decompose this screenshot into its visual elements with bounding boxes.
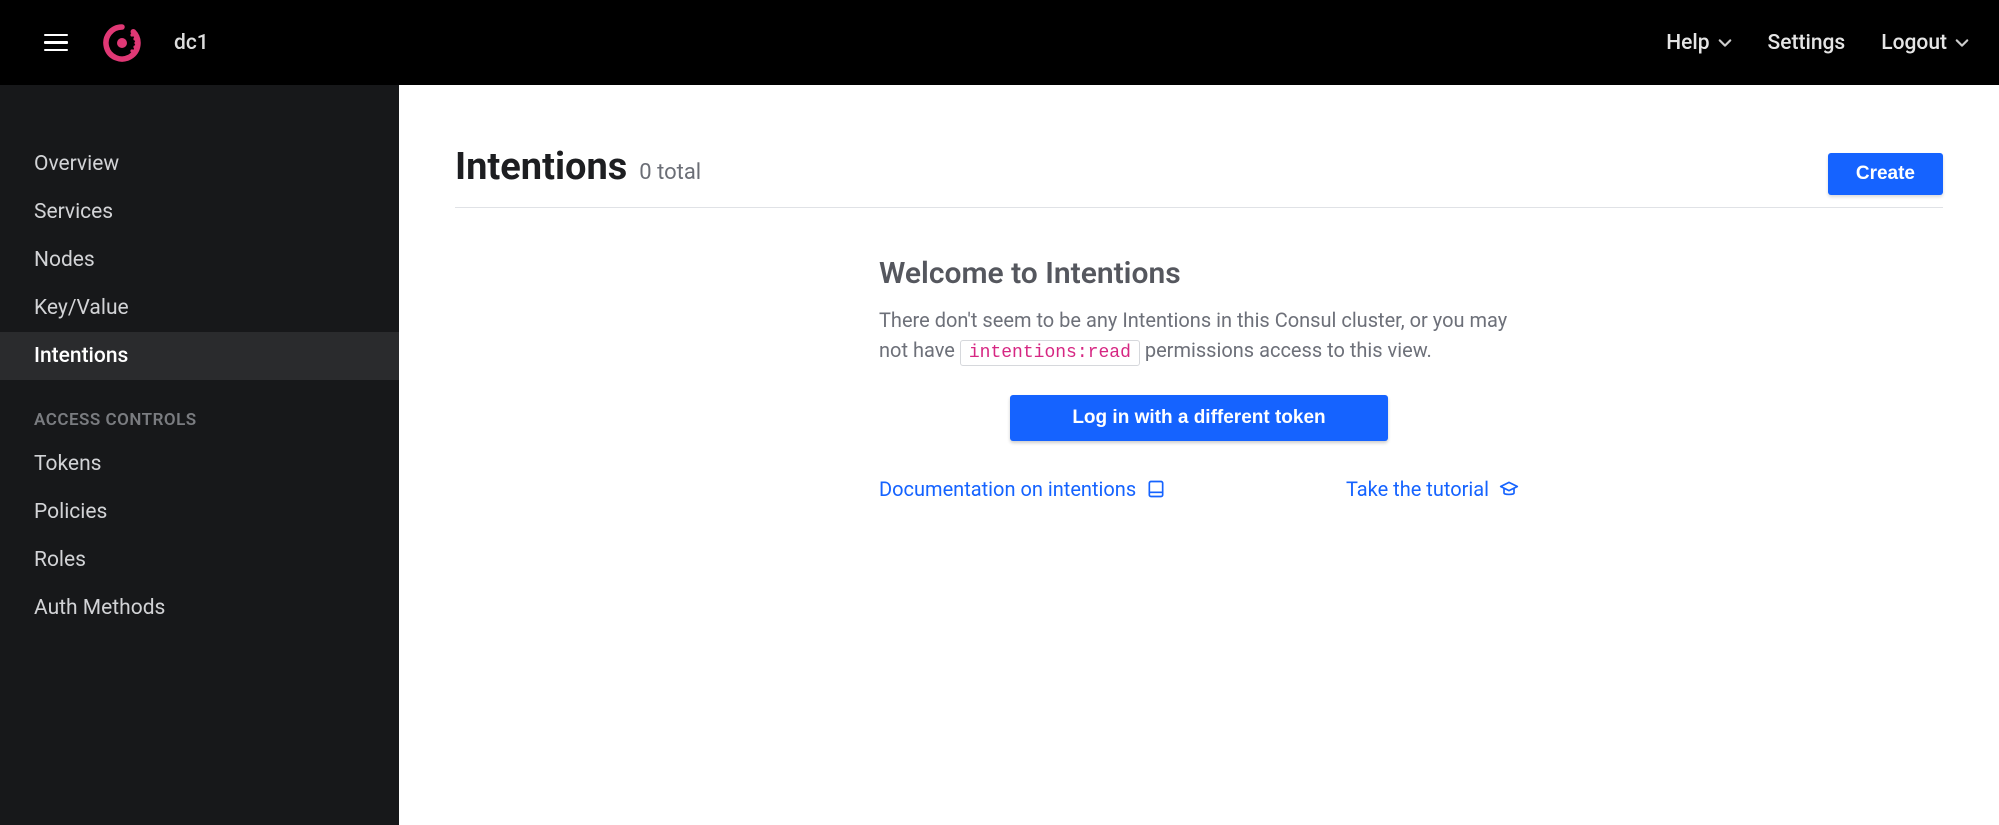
documentation-link[interactable]: Documentation on intentions [879,477,1166,501]
sidebar-item-key-value[interactable]: Key/Value [0,284,399,332]
page-subtitle: 0 total [639,160,701,185]
sidebar-item-services[interactable]: Services [0,188,399,236]
tutorial-link[interactable]: Take the tutorial [1346,477,1519,501]
sidebar: Overview Services Nodes Key/Value Intent… [0,85,399,825]
datacenter-label[interactable]: dc1 [174,31,209,55]
empty-state: Welcome to Intentions There don't seem t… [879,256,1519,501]
create-button[interactable]: Create [1828,153,1943,195]
empty-state-links: Documentation on intentions Take the tut… [879,477,1519,501]
consul-logo[interactable] [102,23,142,63]
sidebar-item-roles[interactable]: Roles [0,536,399,584]
empty-state-text: There don't seem to be any Intentions in… [879,305,1519,367]
sidebar-item-intentions[interactable]: Intentions [0,332,399,380]
logout-label: Logout [1881,31,1947,55]
top-bar: dc1 Help Settings Logout [0,0,1999,85]
graduation-cap-icon [1499,479,1519,499]
logout-menu[interactable]: Logout [1881,31,1969,55]
book-icon [1146,479,1166,499]
hamburger-menu-icon[interactable] [44,29,72,57]
empty-text-after: permissions access to this view. [1140,338,1432,362]
help-menu[interactable]: Help [1666,31,1731,55]
settings-label: Settings [1768,31,1846,55]
main-content: Intentions 0 total Create Welcome to Int… [399,85,1999,825]
chevron-down-icon [1718,36,1732,50]
documentation-link-label: Documentation on intentions [879,477,1136,501]
settings-link[interactable]: Settings [1768,31,1846,55]
tutorial-link-label: Take the tutorial [1346,477,1489,501]
chevron-down-icon [1955,36,1969,50]
permission-code-badge: intentions:read [960,340,1140,366]
sidebar-item-tokens[interactable]: Tokens [0,440,399,488]
sidebar-item-auth-methods[interactable]: Auth Methods [0,584,399,632]
help-label: Help [1666,31,1709,55]
empty-state-title: Welcome to Intentions [879,256,1519,291]
login-different-token-button[interactable]: Log in with a different token [1010,395,1388,441]
page-title: Intentions [455,145,627,189]
sidebar-item-overview[interactable]: Overview [0,140,399,188]
sidebar-item-nodes[interactable]: Nodes [0,236,399,284]
sidebar-item-policies[interactable]: Policies [0,488,399,536]
page-header: Intentions 0 total Create [455,145,1943,208]
sidebar-section-access-controls: ACCESS CONTROLS [0,380,399,440]
